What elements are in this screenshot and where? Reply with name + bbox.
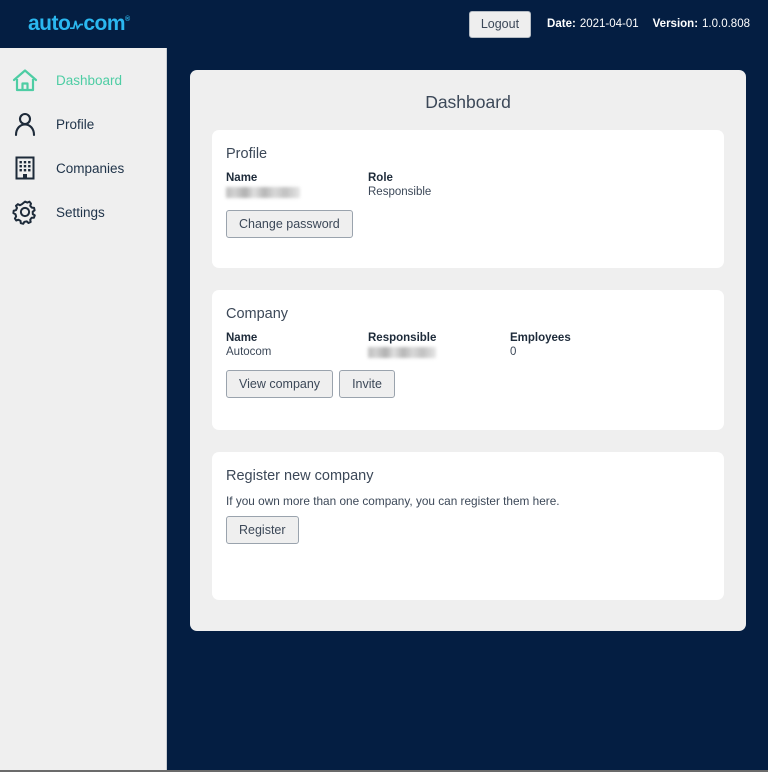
sidebar-item-settings[interactable]: Settings xyxy=(0,190,166,234)
profile-fields: Name Role Responsible xyxy=(226,172,710,200)
sidebar-item-label: Companies xyxy=(56,160,125,176)
date-value: 2021-04-01 xyxy=(579,18,639,30)
company-card-title: Company xyxy=(226,306,289,322)
building-icon xyxy=(10,153,40,183)
register-card-description: If you own more than one company, you ca… xyxy=(226,494,560,508)
company-actions: View company Invite xyxy=(226,370,710,399)
company-employees-value: 0 xyxy=(510,346,517,358)
logo-text-right: com xyxy=(83,12,126,35)
header-right-group: Logout Date: 2021-04-01 Version: 1.0.0.8… xyxy=(468,0,768,48)
sidebar-item-label: Dashboard xyxy=(56,72,123,88)
company-name-field: Name Autocom xyxy=(226,332,368,360)
company-responsible-label: Responsible xyxy=(368,332,437,344)
register-company-card: Register new company If you own more tha… xyxy=(212,452,724,600)
header-meta: Date: 2021-04-01 Version: 1.0.0.808 xyxy=(547,18,750,30)
logo-trademark: ® xyxy=(125,16,130,23)
logo-text-left: auto xyxy=(28,12,71,35)
sidebar-item-companies[interactable]: Companies xyxy=(0,146,166,190)
register-card-title: Register new company xyxy=(226,468,374,484)
home-icon xyxy=(10,65,40,95)
company-responsible-field: Responsible xyxy=(368,332,510,360)
profile-role-label: Role xyxy=(368,172,393,184)
company-card: Company Name Autocom Responsible Employe… xyxy=(212,290,724,430)
profile-role-field: Role Responsible xyxy=(368,172,431,200)
sidebar-nav: Dashboard Profile Companies Settings xyxy=(0,48,167,770)
change-password-button[interactable]: Change password xyxy=(226,210,353,239)
company-name-value: Autocom xyxy=(226,346,272,358)
profile-card-title: Profile xyxy=(226,146,268,162)
version-value: 1.0.0.808 xyxy=(702,18,750,30)
person-icon xyxy=(10,109,40,139)
logo-pulse-icon xyxy=(70,13,84,31)
profile-name-field: Name xyxy=(226,172,368,200)
sidebar-item-label: Profile xyxy=(56,116,95,132)
redacted-name xyxy=(226,187,300,198)
profile-card: Profile Name Role Responsible Change pas… xyxy=(212,130,724,268)
sidebar-item-profile[interactable]: Profile xyxy=(0,102,166,146)
view-company-button[interactable]: View company xyxy=(226,370,334,399)
company-employees-label: Employees xyxy=(510,332,571,344)
register-actions: Register xyxy=(226,516,710,545)
company-name-label: Name xyxy=(226,332,258,344)
company-fields: Name Autocom Responsible Employees 0 xyxy=(226,332,710,360)
invite-button[interactable]: Invite xyxy=(339,370,395,399)
company-responsible-value xyxy=(368,346,510,360)
profile-name-label: Name xyxy=(226,172,258,184)
company-employees-field: Employees 0 xyxy=(510,332,571,360)
autocom-logo: auto com ® xyxy=(28,12,130,36)
version-label: Version: xyxy=(652,18,699,30)
logout-button[interactable]: Logout xyxy=(468,10,532,38)
profile-role-value: Responsible xyxy=(368,186,432,198)
top-header: auto com ® Logout Date: 2021-04-01 Versi… xyxy=(0,0,768,48)
redacted-responsible xyxy=(368,347,436,358)
app-window: auto com ® Logout Date: 2021-04-01 Versi… xyxy=(0,0,768,772)
date-label: Date: xyxy=(547,18,576,30)
page-title: Dashboard xyxy=(425,92,511,112)
sidebar-item-dashboard[interactable]: Dashboard xyxy=(0,58,166,102)
gear-icon xyxy=(10,197,40,227)
main-content-panel: Dashboard Profile Name Role Responsible … xyxy=(190,70,746,631)
profile-name-value xyxy=(226,186,368,200)
profile-actions: Change password xyxy=(226,210,710,239)
sidebar-item-label: Settings xyxy=(56,204,105,220)
register-button[interactable]: Register xyxy=(226,516,299,545)
